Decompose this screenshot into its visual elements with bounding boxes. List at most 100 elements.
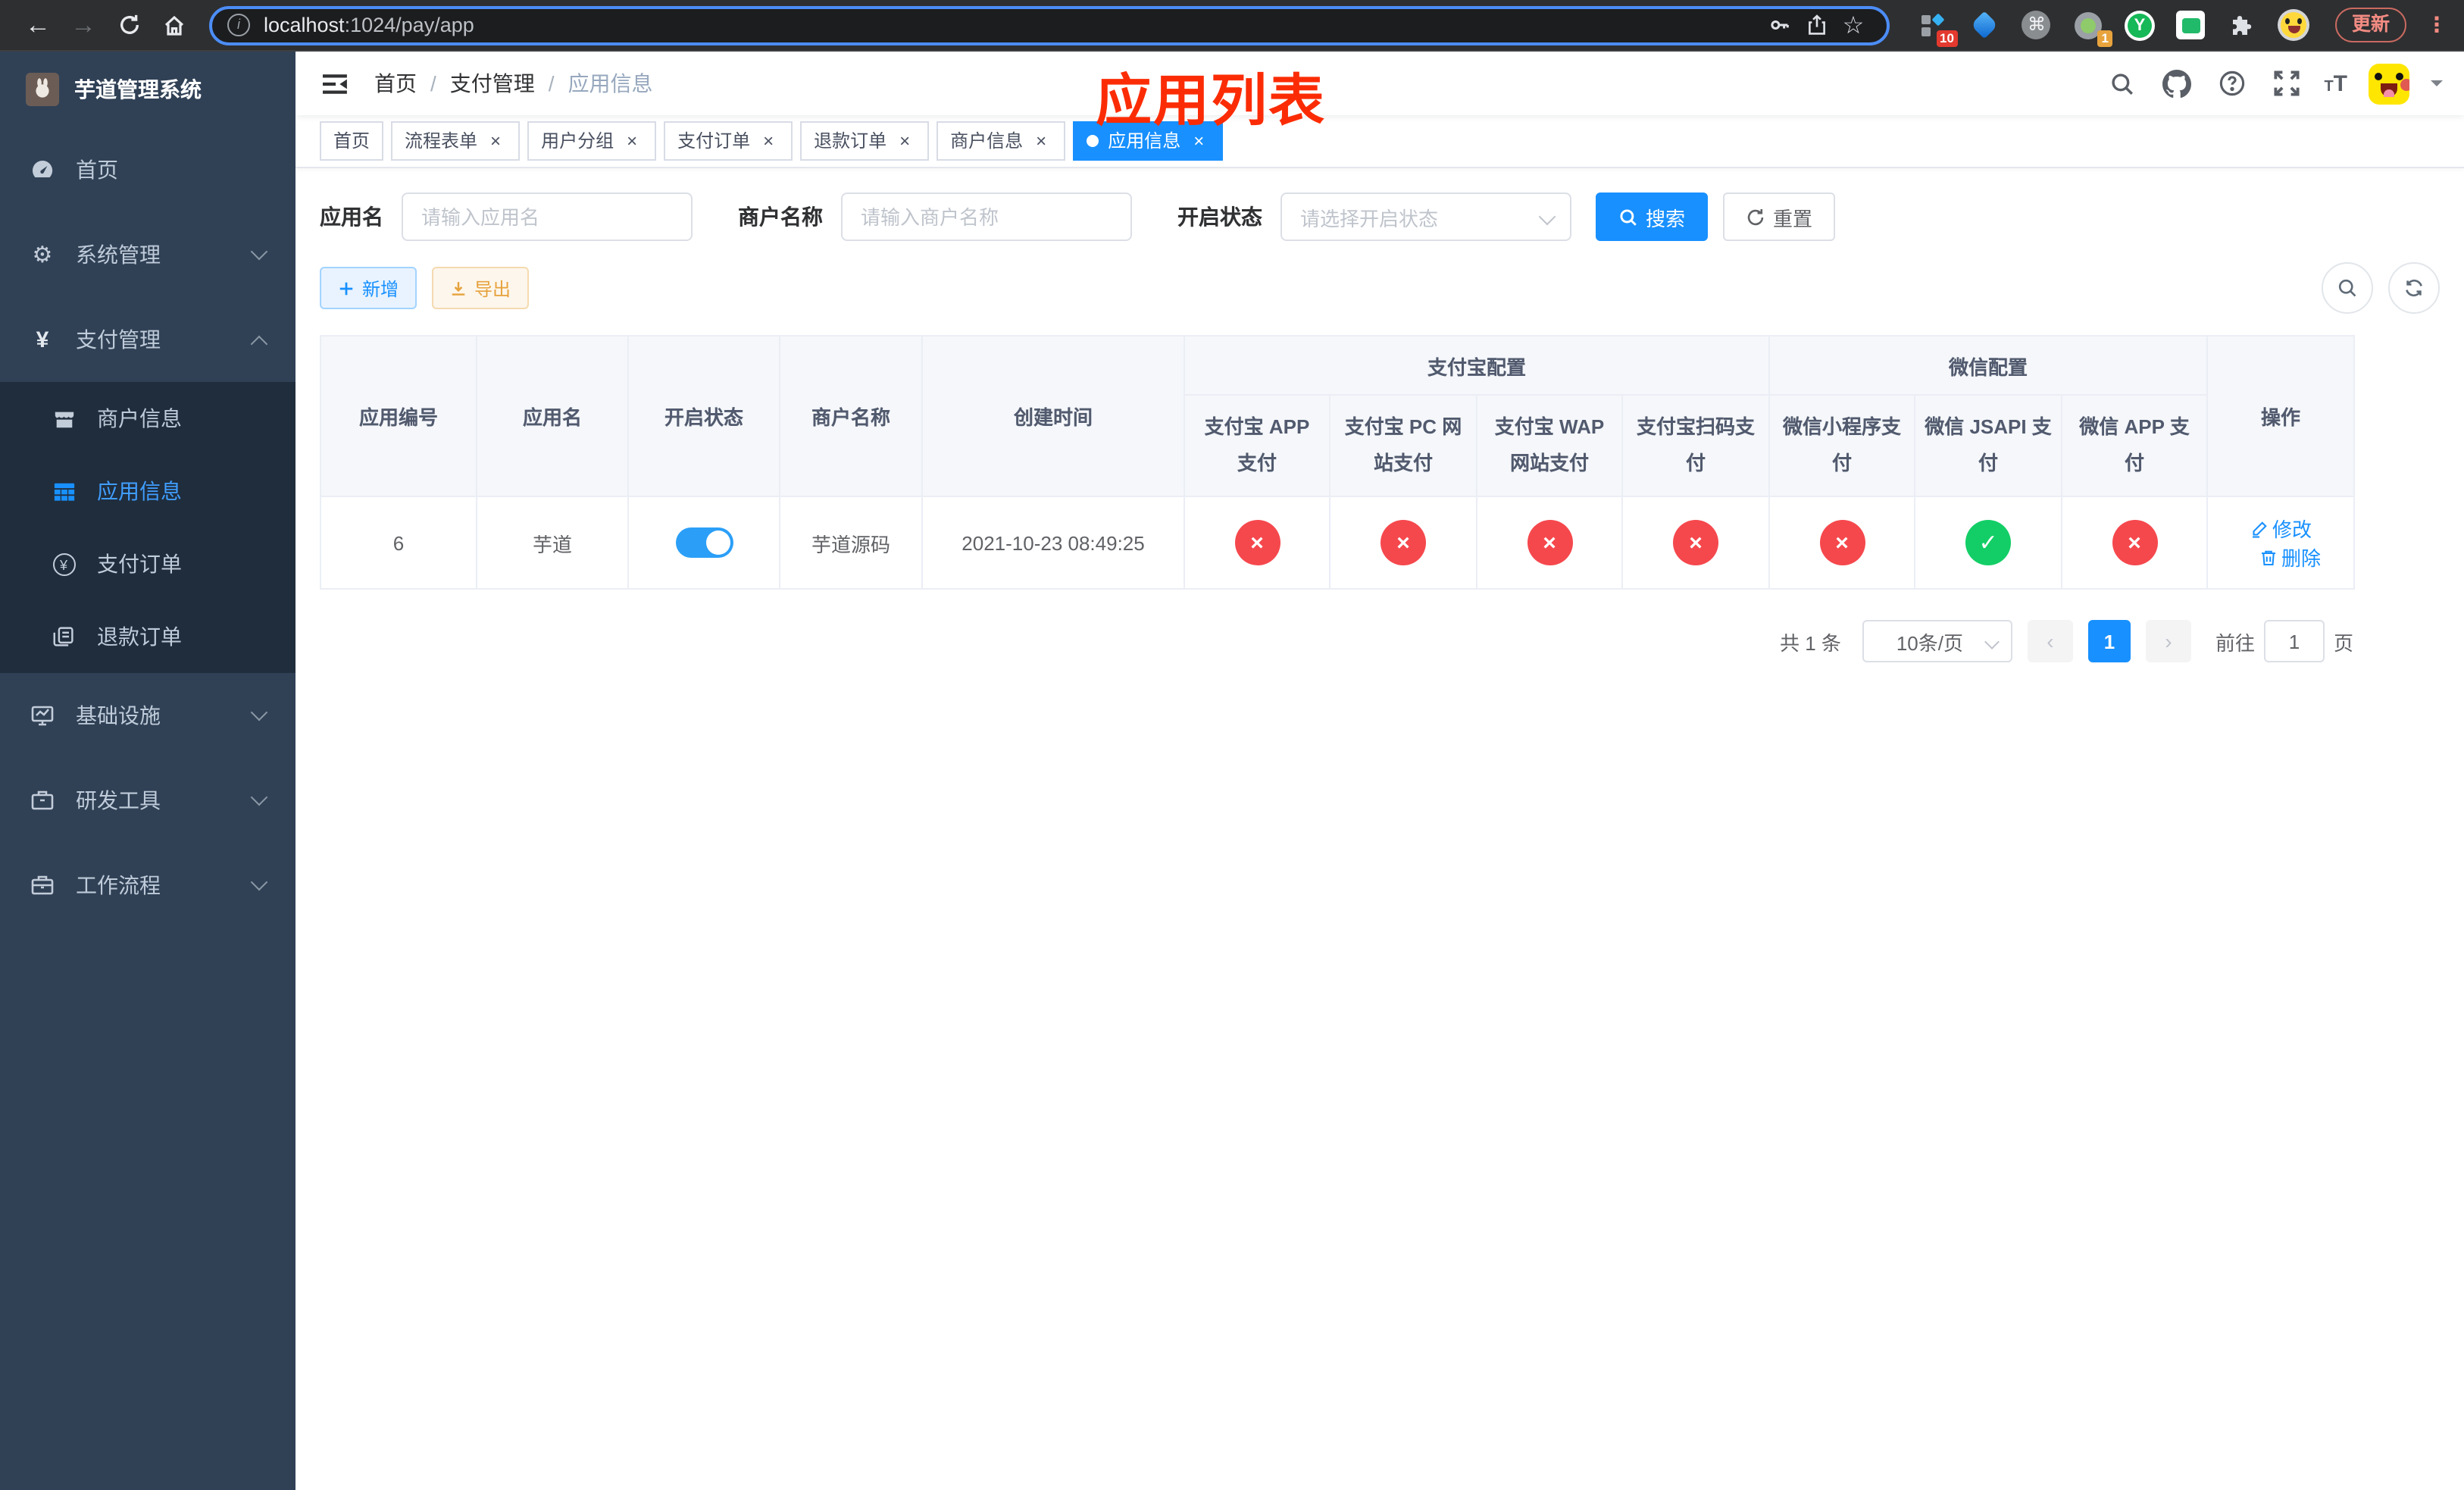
chevron-down-icon [250, 873, 268, 891]
sidebar-item-dev-tools[interactable]: 研发工具 [0, 758, 295, 843]
breadcrumb-current: 应用信息 [568, 71, 653, 95]
close-icon[interactable]: × [758, 123, 779, 159]
enabled-toggle[interactable] [675, 527, 733, 558]
sidebar-item-system[interactable]: ⚙ 系统管理 [0, 212, 295, 297]
merchant-name-input[interactable] [841, 193, 1132, 241]
extension-command-icon[interactable]: ⌘ [2020, 8, 2053, 42]
breadcrumb-home[interactable]: 首页 [374, 68, 417, 99]
sidebar-item-infrastructure[interactable]: 基础设施 [0, 673, 295, 758]
wechat-jsapi-status-icon: ✓ [1965, 520, 2012, 565]
reset-button[interactable]: 重置 [1723, 193, 1836, 241]
export-button[interactable]: 导出 [432, 267, 530, 309]
extension-y-icon[interactable]: Y [2123, 8, 2156, 42]
user-avatar[interactable] [2369, 63, 2409, 104]
github-icon[interactable] [2160, 67, 2194, 100]
page-size-select[interactable]: 10条/页 [1862, 620, 2012, 662]
sidebar-item-label: 研发工具 [76, 788, 161, 812]
shop-icon [52, 406, 76, 430]
cell-created: 2021-10-23 08:49:25 [921, 496, 1185, 590]
close-icon[interactable]: × [621, 123, 643, 159]
chrome-update-button[interactable]: 更新 [2334, 8, 2406, 42]
chevron-down-icon [250, 788, 268, 806]
extension-chat-icon[interactable] [2175, 8, 2208, 42]
goto-page-input[interactable] [2263, 620, 2325, 662]
refresh-icon-button[interactable] [2388, 262, 2440, 314]
show-search-icon-button[interactable] [2322, 262, 2373, 314]
tab-process-form[interactable]: 流程表单 × [391, 121, 521, 161]
tab-home[interactable]: 首页 [320, 121, 384, 161]
search-icon[interactable] [2106, 67, 2139, 100]
home-icon[interactable] [152, 4, 197, 46]
sidebar-item-payment[interactable]: ¥ 支付管理 [0, 297, 295, 382]
payment-submenu: 商户信息 应用信息 ¥ 支付订单 退款订单 [0, 382, 295, 673]
app-title: 芋道管理系统 [74, 77, 202, 102]
help-icon[interactable] [2215, 67, 2248, 100]
avatar-caret-icon[interactable] [2431, 80, 2443, 92]
page-1-button[interactable]: 1 [2087, 620, 2131, 662]
url-text: localhost:1024/pay/app [264, 14, 474, 36]
wechat-mini-status-icon: × [1819, 520, 1865, 565]
sidebar-item-refund-orders[interactable]: 退款订单 [0, 600, 295, 673]
share-icon[interactable] [1799, 8, 1835, 42]
sidebar-item-merchant-info[interactable]: 商户信息 [0, 382, 295, 455]
app-name-input[interactable] [402, 193, 693, 241]
sidebar-item-label: 工作流程 [76, 873, 161, 897]
bookmark-star-icon[interactable]: ☆ [1835, 8, 1871, 42]
sidebar-item-label: 首页 [76, 158, 118, 182]
cell-merchant: 芋道源码 [779, 496, 923, 590]
prev-page-button[interactable]: ‹ [2027, 620, 2073, 662]
col-app-id: 应用编号 [320, 335, 477, 497]
extension-kite-icon[interactable] [1968, 8, 2002, 42]
table-toolbar: 新增 导出 [320, 262, 2440, 314]
breadcrumb-payment[interactable]: 支付管理 [450, 68, 535, 99]
edit-link[interactable]: 修改 [2250, 514, 2312, 543]
next-page-button[interactable]: › [2145, 620, 2191, 662]
site-info-icon[interactable]: i [227, 14, 250, 36]
delete-link[interactable]: 删除 [2259, 543, 2321, 571]
browser-menu-icon[interactable]: ⋮ [2425, 12, 2449, 38]
cell-app-name: 芋道 [476, 496, 629, 590]
extension-blocks-icon[interactable]: 10 [1917, 8, 1958, 46]
font-size-icon[interactable]: TT [2324, 70, 2347, 96]
sidebar-item-label: 退款订单 [97, 624, 182, 649]
profile-avatar-icon[interactable] [2278, 8, 2311, 42]
search-button[interactable]: 搜索 [1596, 193, 1709, 241]
close-icon[interactable]: × [1030, 123, 1052, 159]
reload-icon[interactable] [106, 4, 152, 46]
col-actions: 操作 [2206, 335, 2356, 497]
yen-circle-icon: ¥ [52, 552, 76, 576]
chevron-up-icon [250, 334, 268, 352]
extension-recorder-icon[interactable]: 1 [2072, 8, 2112, 46]
fullscreen-icon[interactable] [2269, 67, 2303, 100]
col-created: 创建时间 [921, 335, 1185, 497]
sidebar-fold-icon[interactable] [320, 68, 350, 99]
browser-toolbar: ← → i localhost:1024/pay/app ☆ 10 ⌘ 1 Y … [0, 0, 2464, 52]
toolbox-icon [30, 788, 55, 812]
sidebar-item-workflow[interactable]: 工作流程 [0, 843, 295, 928]
add-button[interactable]: 新增 [320, 267, 417, 309]
chevron-down-icon [1984, 634, 2000, 650]
extensions-puzzle-icon[interactable] [2226, 8, 2259, 42]
tab-refund-orders[interactable]: 退款订单 × [800, 121, 930, 161]
app-logo[interactable]: 芋道管理系统 [0, 52, 295, 127]
close-icon[interactable]: × [485, 123, 506, 159]
tab-merchant-info[interactable]: 商户信息 × [937, 121, 1066, 161]
extensions-area: 10 ⌘ 1 Y 更新 ⋮ [1917, 8, 2449, 46]
chevron-down-icon [250, 703, 268, 722]
page-unit: 页 [2333, 631, 2353, 654]
back-icon[interactable]: ← [15, 4, 61, 46]
close-icon[interactable]: × [894, 123, 915, 159]
sidebar-item-home[interactable]: 首页 [0, 127, 295, 212]
password-key-icon[interactable] [1762, 8, 1799, 42]
col-alipay-app: 支付宝 APP 支付 [1184, 394, 1330, 497]
forward-icon[interactable]: → [61, 4, 106, 46]
sidebar-item-app-info[interactable]: 应用信息 [0, 455, 295, 527]
tab-pay-orders[interactable]: 支付订单 × [664, 121, 793, 161]
pagination: 共 1 条 10条/页 ‹ 1 › 前往 页 [320, 620, 2440, 662]
url-bar[interactable]: i localhost:1024/pay/app ☆ [209, 5, 1890, 45]
tab-user-group[interactable]: 用户分组 × [527, 121, 657, 161]
sidebar-item-label: 应用信息 [97, 479, 182, 503]
sidebar-item-pay-orders[interactable]: ¥ 支付订单 [0, 527, 295, 600]
alipay-qr-status-icon: × [1673, 520, 1718, 565]
status-select[interactable]: 请选择开启状态 [1280, 193, 1571, 241]
